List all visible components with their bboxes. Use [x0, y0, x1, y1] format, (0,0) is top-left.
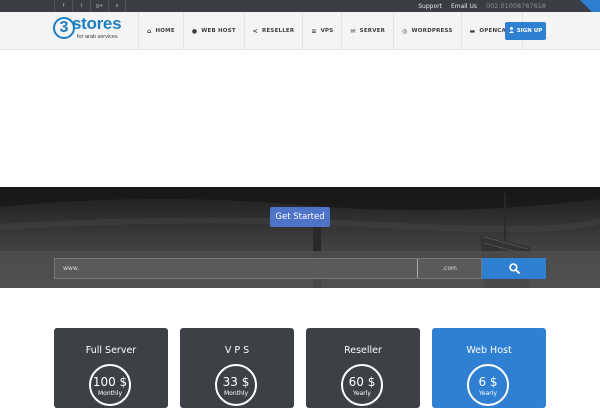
hero-section — [0, 50, 600, 288]
plan-period: Yearly — [479, 390, 497, 397]
user-icon — [508, 27, 514, 35]
nav-item-label: RESELLER — [262, 28, 295, 34]
nav-item-web-host[interactable]: ● WEB HOST — [182, 12, 244, 50]
top-links: Support Email Us 002.01008787618 — [418, 0, 546, 12]
sitemap-icon: ≡ — [311, 27, 317, 35]
twitter-icon[interactable]: t — [72, 0, 90, 12]
nav-item-wordpress[interactable]: ◎ WORDPRESS — [393, 12, 460, 50]
nav-menu: ⌂ HOME ● WEB HOST < RESELLER ≡ VPS ✉ SERVER ◎… — [138, 12, 524, 50]
server-icon: ✉ — [350, 27, 356, 35]
logo[interactable]: 3 stores for arab services — [53, 14, 135, 45]
social-links: f t g+ s — [54, 0, 126, 12]
plan-name: Full Server — [85, 345, 137, 356]
get-started-button[interactable]: Get Started — [270, 207, 330, 227]
tld-select[interactable]: .com — [418, 259, 481, 278]
main-navigation: 3 stores for arab services ⌂ HOME ● WEB HO… — [0, 12, 600, 50]
nav-item-label: WEB HOST — [201, 28, 236, 34]
search-icon — [508, 259, 520, 278]
plan-period: Monthly — [97, 390, 123, 397]
support-link[interactable]: Support — [418, 3, 442, 10]
plan-name: Reseller — [344, 345, 382, 356]
logo-word: stores — [72, 14, 122, 33]
sign-up-label: SIGN UP — [516, 28, 543, 34]
pricing-plans: Full Server 100 $ Monthly V P S 33 $ Mon… — [54, 328, 546, 408]
plan-name: V P S — [224, 345, 250, 356]
domain-input[interactable]: www. — [55, 259, 418, 278]
plan-price: 33 $ — [222, 375, 250, 389]
domain-search-button[interactable] — [482, 258, 546, 279]
nav-item-label: VPS — [320, 28, 334, 34]
nav-item-label: WORDPRESS — [411, 28, 453, 34]
plan-price: 60 $ — [348, 375, 376, 389]
domain-search-bar: www. .com — [54, 258, 482, 279]
nav-item-server[interactable]: ✉ SERVER — [341, 12, 393, 50]
email-us-link[interactable]: Email Us — [451, 3, 477, 10]
plan-price: 100 $ — [92, 375, 128, 389]
nav-item-label: SERVER — [359, 28, 386, 34]
google-plus-icon[interactable]: g+ — [90, 0, 108, 12]
plan-price: 6 $ — [478, 375, 498, 389]
plan-period: Yearly — [353, 390, 371, 397]
plan-period: Monthly — [223, 390, 249, 397]
facebook-icon[interactable]: f — [54, 0, 72, 12]
top-bar: f t g+ s Support Email Us 002.0100878761… — [0, 0, 600, 12]
cart-icon: ▬ — [469, 27, 476, 35]
plan-card-reseller[interactable]: Reseller 60 $ Yearly — [306, 328, 420, 408]
globe-icon: ● — [191, 27, 198, 35]
wordpress-icon: ◎ — [402, 27, 408, 35]
phone-number: 002.01008787618 — [486, 2, 546, 10]
logo-tagline: for arab services — [77, 34, 118, 40]
plan-card-vps[interactable]: V P S 33 $ Monthly — [180, 328, 294, 408]
nav-item-reseller[interactable]: < RESELLER — [243, 12, 303, 50]
skype-icon[interactable]: s — [108, 0, 126, 12]
share-icon: < — [252, 27, 259, 35]
plan-card-full-server[interactable]: Full Server 100 $ Monthly — [54, 328, 168, 408]
sign-up-button[interactable]: SIGN UP — [505, 22, 546, 40]
nav-item-label: HOME — [155, 28, 175, 34]
nav-item-home[interactable]: ⌂ HOME — [138, 12, 183, 50]
home-icon: ⌂ — [147, 27, 152, 35]
plan-name: Web Host — [466, 345, 512, 356]
plan-card-web-host[interactable]: Web Host 6 $ Yearly — [432, 328, 546, 408]
nav-item-vps[interactable]: ≡ VPS — [302, 12, 341, 50]
